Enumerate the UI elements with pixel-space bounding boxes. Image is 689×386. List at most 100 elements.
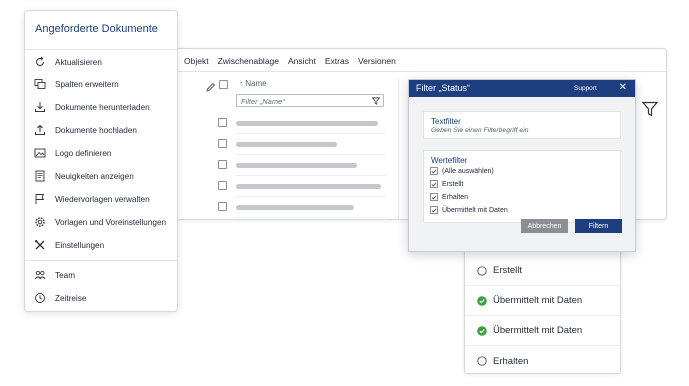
support-link[interactable]: Support: [574, 85, 597, 92]
table-row[interactable]: [206, 176, 386, 197]
menu-objekt[interactable]: Objekt: [184, 56, 209, 66]
dialog-header: Filter „Status“ Support ✕: [409, 80, 635, 97]
sidebar-item-label: Einstellungen: [55, 240, 105, 250]
sidebar-item-einstellungen[interactable]: Einstellungen: [33, 237, 104, 253]
download-icon: [33, 101, 46, 114]
page-title: Angeforderte Dokumente: [35, 23, 158, 35]
status-list: Erstellt Übermittelt mit Daten Übermitte…: [464, 246, 621, 374]
menu-ansicht[interactable]: Ansicht: [288, 56, 316, 66]
sidebar-item-label: Vorlagen und Voreinstellungen: [55, 217, 167, 227]
sidebar-item-vorlagen[interactable]: Vorlagen und Voreinstellungen: [33, 214, 166, 230]
status-item[interactable]: Übermittelt mit Daten: [465, 316, 620, 346]
placeholder-bar: [236, 184, 381, 189]
news-icon: [33, 170, 46, 183]
row-checkbox[interactable]: [218, 118, 227, 127]
value-filter-option-label: Erstellt: [442, 180, 464, 188]
gear-icon: [33, 216, 46, 229]
sidebar-item-label: Neuigkeiten anzeigen: [55, 171, 134, 181]
status-done-icon: [477, 295, 487, 306]
sidebar-item-label: Dokumente herunterladen: [55, 102, 150, 112]
sidebar-item-logo-definieren[interactable]: Logo definieren: [33, 145, 111, 161]
value-filter-option[interactable]: Übermittelt mit Daten: [430, 206, 508, 214]
sidebar-item-dokumente-hochladen[interactable]: Dokumente hochladen: [33, 122, 137, 138]
sidebar-item-label: Dokumente hochladen: [55, 125, 137, 135]
status-item[interactable]: Erstellt: [465, 256, 620, 286]
status-item[interactable]: Übermittelt mit Daten: [465, 286, 620, 316]
sidebar-item-label: Aktualisieren: [55, 57, 102, 67]
refresh-icon: [33, 56, 46, 69]
sidebar-item-label: Spalten erweitern: [55, 79, 119, 89]
placeholder-bar: [236, 142, 337, 147]
status-label: Erhalten: [493, 355, 529, 367]
text-filter-input[interactable]: Geben Sie einen Filterbegriff ein: [431, 127, 528, 134]
menu-versionen[interactable]: Versionen: [358, 56, 396, 66]
column-header-name[interactable]: ↑ Name: [239, 79, 267, 88]
close-icon[interactable]: ✕: [619, 82, 627, 93]
status-filter-dialog: Filter „Status“ Support ✕ Textfilter Geb…: [408, 79, 636, 252]
checkbox-checked[interactable]: [430, 206, 438, 214]
pane-divider: [398, 79, 399, 219]
row-checkbox[interactable]: [218, 160, 227, 169]
columns-icon: [33, 78, 46, 91]
dialog-title: Filter „Status“: [416, 83, 471, 93]
status-open-icon: [477, 265, 487, 276]
sidebar-item-label: Team: [55, 270, 76, 280]
funnel-icon[interactable]: [371, 97, 381, 105]
placeholder-bar: [236, 205, 354, 210]
status-label: Übermittelt mit Daten: [493, 325, 583, 336]
value-filter-option[interactable]: Erhalten: [430, 193, 468, 201]
sidebar-item-dokumente-herunterladen[interactable]: Dokumente herunterladen: [33, 99, 150, 115]
row-checkbox[interactable]: [218, 139, 227, 148]
sidebar-item-zeitreise[interactable]: Zeitreise: [33, 290, 86, 306]
value-filter-option-label: Übermittelt mit Daten: [442, 206, 508, 214]
value-filter-option[interactable]: Erstellt: [430, 180, 463, 188]
tools-icon: [33, 239, 46, 252]
status-done-icon: [477, 325, 487, 336]
image-icon: [33, 147, 46, 160]
menu-extras[interactable]: Extras: [325, 56, 349, 66]
sidebar-item-aktualisieren[interactable]: Aktualisieren: [33, 54, 102, 70]
sidebar-item-label: Wiedervorlagen verwalten: [55, 194, 150, 204]
row-checkbox[interactable]: [218, 181, 227, 190]
sidebar-item-label: Logo definieren: [55, 148, 112, 158]
row-divider: [236, 217, 386, 218]
value-filter-option[interactable]: (Alle auswählen): [430, 167, 494, 175]
value-filter-title: Wertefilter: [431, 156, 468, 165]
cancel-button[interactable]: Abbrechen: [521, 219, 568, 233]
row-checkbox[interactable]: [218, 202, 227, 211]
status-filter-funnel-icon[interactable]: [641, 101, 659, 117]
checkbox-checked[interactable]: [430, 167, 438, 175]
value-filter-card: Wertefilter (Alle auswählen) Erstellt Er…: [423, 150, 621, 223]
table-row[interactable]: [206, 155, 386, 176]
sidebar-item-neuigkeiten[interactable]: Neuigkeiten anzeigen: [33, 168, 134, 184]
time-travel-icon: [33, 292, 46, 305]
upload-icon: [33, 124, 46, 137]
table-row[interactable]: [206, 197, 386, 218]
name-filter-input[interactable]: Filter „Name“: [236, 94, 384, 107]
select-all-checkbox[interactable]: [219, 80, 228, 89]
status-item[interactable]: Erhalten: [465, 346, 620, 376]
table-row[interactable]: [206, 113, 386, 134]
side-menu-divider: [25, 260, 177, 261]
table-row[interactable]: [206, 134, 386, 155]
status-open-icon: [477, 356, 487, 366]
value-filter-option-label: Erhalten: [442, 193, 469, 201]
name-filter-placeholder: Filter „Name“: [241, 97, 285, 106]
side-menu-panel: Angeforderte Dokumente Aktualisieren Spa…: [24, 10, 178, 312]
status-label: Erstellt: [493, 265, 523, 276]
text-filter-title: Textfilter: [431, 117, 461, 126]
sidebar-item-spalten-erweitern[interactable]: Spalten erweitern: [33, 76, 119, 92]
checkbox-checked[interactable]: [430, 180, 438, 188]
pencil-icon[interactable]: [206, 79, 216, 92]
team-icon: [33, 269, 46, 282]
menubar-divider: [176, 71, 666, 72]
menu-zwischenablage[interactable]: Zwischenablage: [218, 56, 279, 66]
placeholder-bar: [236, 121, 378, 126]
checkbox-checked[interactable]: [430, 193, 438, 201]
value-filter-option-label: (Alle auswählen): [442, 167, 494, 175]
sidebar-item-label: Zeitreise: [55, 293, 87, 303]
sidebar-item-team[interactable]: Team: [33, 267, 75, 283]
text-filter-card[interactable]: Textfilter Geben Sie einen Filterbegriff…: [423, 111, 621, 139]
apply-filter-button[interactable]: Filtern: [575, 219, 622, 233]
sidebar-item-wiedervorlagen[interactable]: Wiedervorlagen verwalten: [33, 191, 150, 207]
